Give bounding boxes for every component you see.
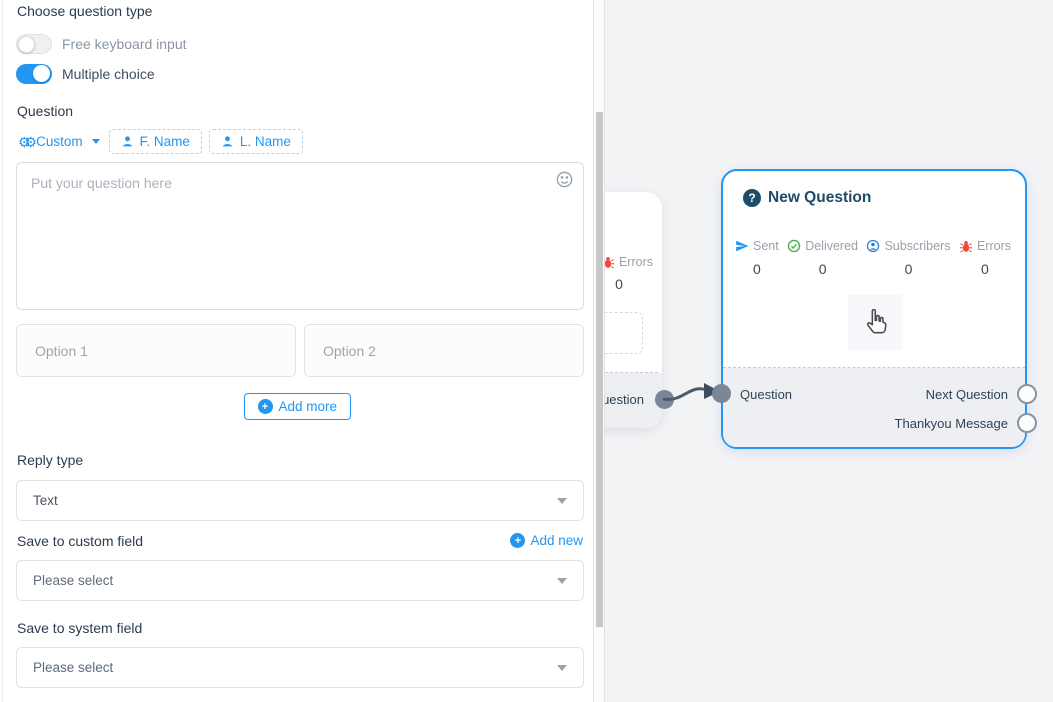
output-next-question-label: Next Question	[926, 387, 1008, 402]
chevron-down-icon	[557, 578, 567, 584]
question-type-heading: Choose question type	[17, 3, 152, 19]
question-settings-panel: Choose question type Free keyboard input…	[0, 0, 594, 702]
free-keyboard-label: Free keyboard input	[62, 36, 187, 52]
node-title: New Question	[768, 189, 871, 207]
plus-circle-icon	[510, 533, 525, 548]
reply-type-select[interactable]: Text	[16, 480, 584, 521]
stat-sent: Sent 0	[735, 239, 779, 277]
question-textarea-wrap	[16, 162, 584, 310]
output-next-question-socket[interactable]	[1017, 384, 1037, 404]
hand-cursor-icon	[859, 306, 893, 340]
hover-highlight	[848, 295, 903, 350]
output-thankyou-socket[interactable]	[1017, 413, 1037, 433]
first-name-token-button[interactable]: F. Name	[109, 129, 202, 154]
scrollbar-thumb[interactable]	[596, 112, 603, 627]
send-icon	[735, 239, 749, 253]
panel-edge	[2, 0, 3, 702]
question-mark-icon	[743, 189, 761, 207]
person-circle-icon	[866, 239, 880, 253]
stat-label: Errors	[619, 255, 653, 269]
option-1-input[interactable]	[16, 324, 296, 377]
node-stats: Sent 0 Delivered 0	[735, 239, 1011, 277]
stat-delivered: Delivered 0	[787, 239, 858, 277]
question-textarea[interactable]	[17, 163, 583, 309]
node-header: New Question	[743, 189, 871, 207]
input-socket-label: Question	[740, 387, 792, 402]
output-socket[interactable]	[655, 390, 674, 409]
question-label: Question	[17, 103, 73, 119]
system-field-select[interactable]: Please select	[16, 647, 584, 688]
save-custom-field-label: Save to custom field	[17, 533, 143, 549]
add-more-button[interactable]: Add more	[244, 393, 352, 420]
free-keyboard-toggle-row: Free keyboard input	[16, 34, 187, 54]
multiple-choice-toggle[interactable]	[16, 64, 52, 84]
bug-icon	[959, 239, 973, 253]
custom-fields-dropdown-button[interactable]: ⚙⚙ Custom	[16, 130, 102, 153]
check-circle-icon	[787, 239, 801, 253]
last-name-token-button[interactable]: L. Name	[209, 129, 303, 154]
panel-scrollbar[interactable]	[594, 0, 605, 702]
save-system-field-label: Save to system field	[17, 620, 142, 636]
gears-icon: ⚙⚙	[18, 135, 31, 149]
custom-field-select[interactable]: Please select	[16, 560, 584, 601]
free-keyboard-toggle[interactable]	[16, 34, 52, 54]
input-socket[interactable]	[712, 384, 731, 403]
plus-circle-icon	[258, 399, 273, 414]
stat-errors: Errors 0	[601, 255, 653, 292]
multiple-choice-toggle-row: Multiple choice	[16, 64, 155, 84]
chevron-down-icon	[557, 498, 567, 504]
output-thankyou-label: Thankyou Message	[895, 416, 1008, 431]
output-socket-label: uestion	[602, 392, 644, 407]
add-new-custom-field-link[interactable]: Add new	[510, 533, 583, 548]
reply-type-label: Reply type	[17, 452, 83, 468]
new-question-node[interactable]: New Question Sent 0	[721, 169, 1027, 449]
person-icon	[221, 135, 234, 148]
chevron-down-icon	[557, 665, 567, 671]
person-icon	[121, 135, 134, 148]
multiple-choice-label: Multiple choice	[62, 66, 155, 82]
emoji-picker-icon[interactable]	[555, 170, 574, 189]
option-2-input[interactable]	[304, 324, 584, 377]
node-footer	[723, 368, 1025, 447]
stat-errors: Errors 0	[959, 239, 1011, 277]
chevron-down-icon	[92, 139, 100, 144]
stat-subscribers: Subscribers 0	[866, 239, 950, 277]
merge-field-toolbar: ⚙⚙ Custom F. Name L. Name	[16, 129, 303, 154]
options-row	[16, 324, 584, 377]
app-root: Errors 0 uestion New Question	[0, 0, 1053, 702]
